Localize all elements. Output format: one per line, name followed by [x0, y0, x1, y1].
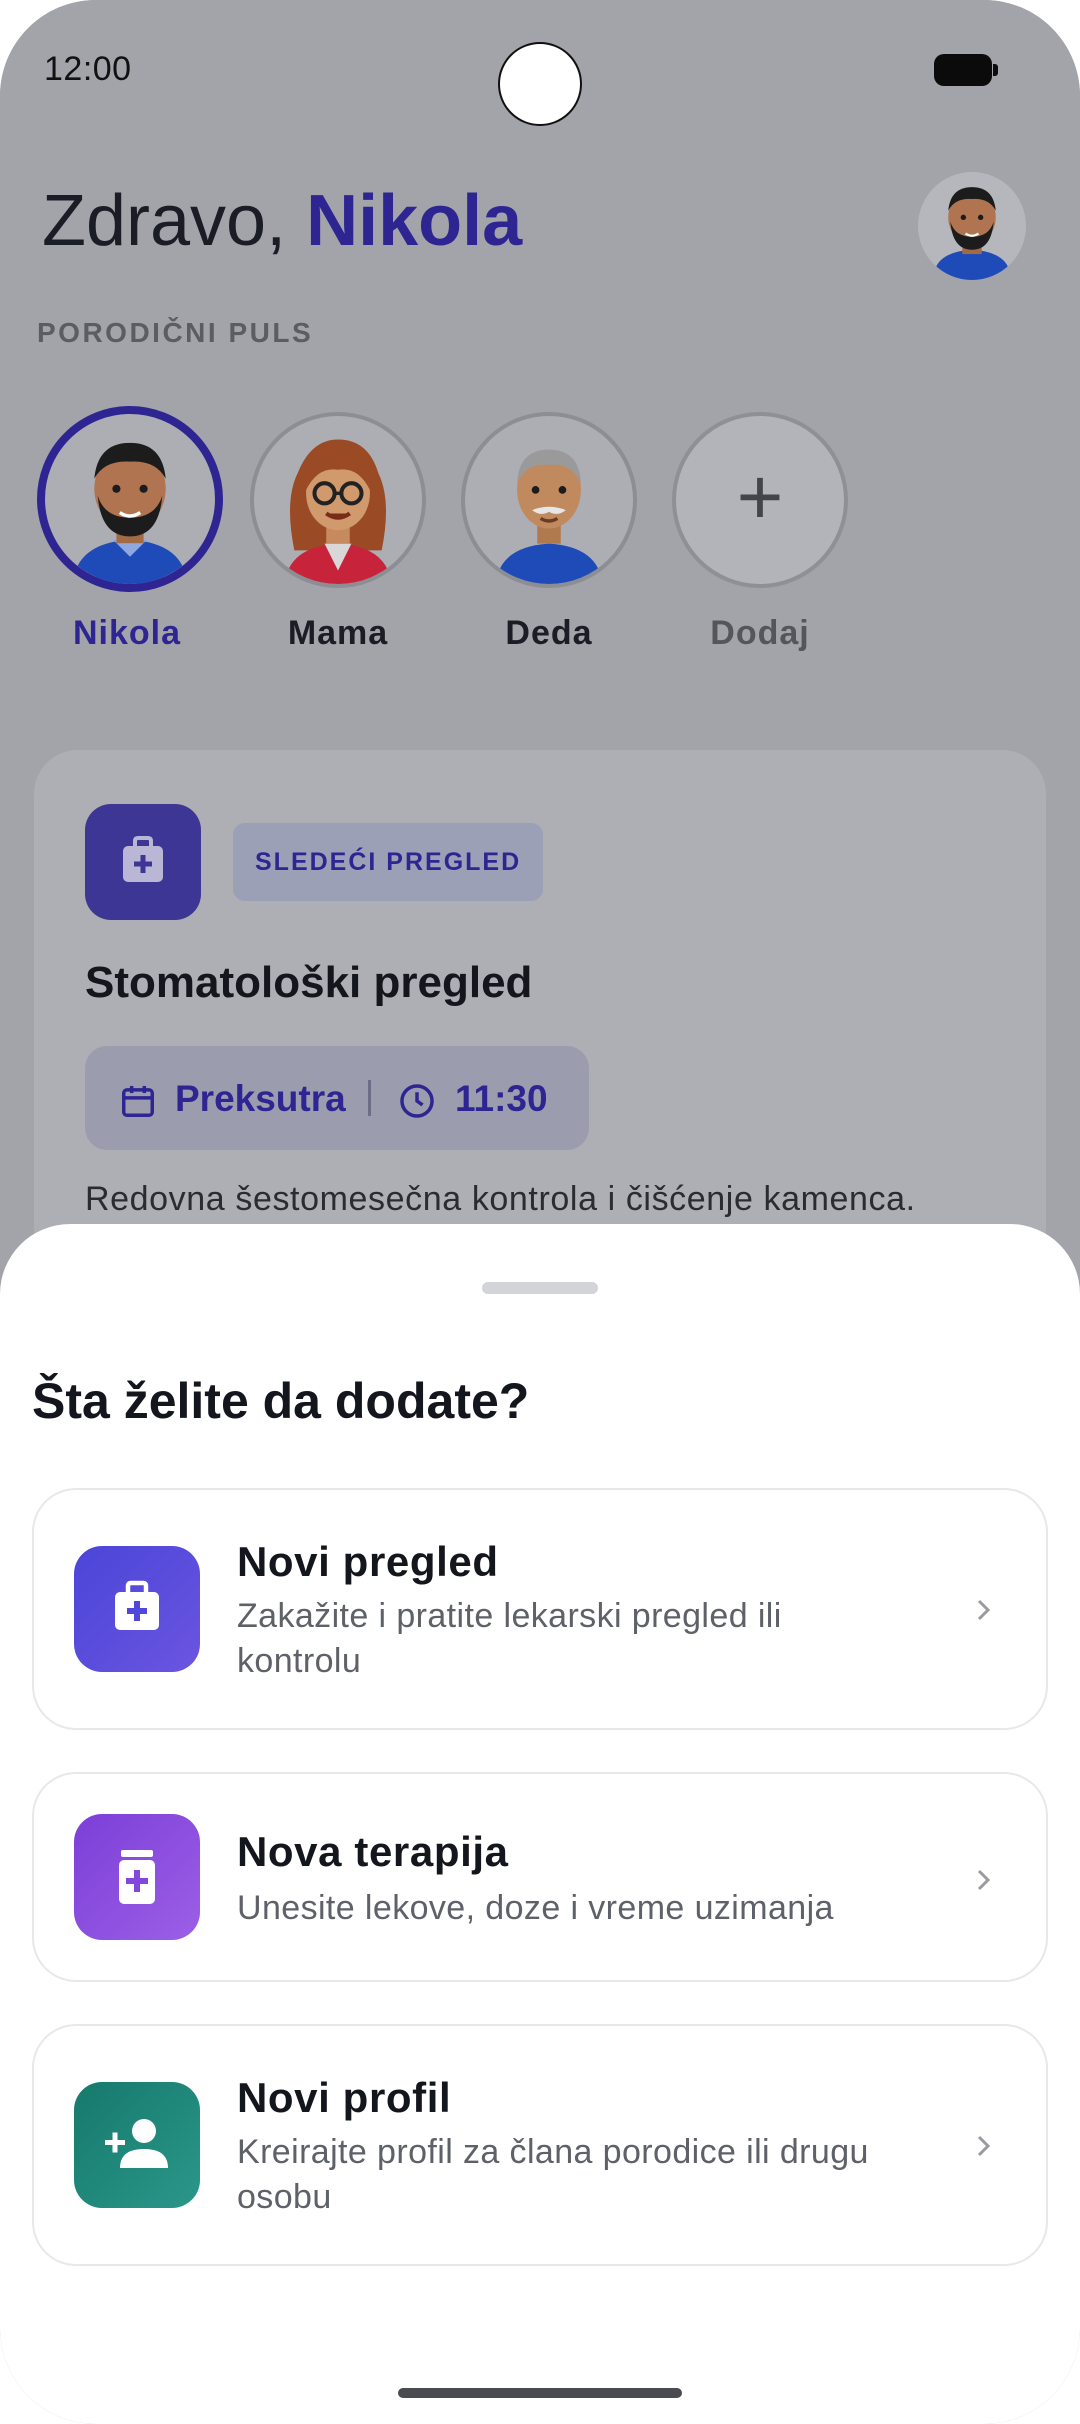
avatar	[461, 412, 637, 588]
plus-icon: +	[736, 451, 784, 541]
family-member-deda[interactable]: Deda	[459, 412, 639, 653]
family-section-label: PORODIČNI PULS	[37, 317, 314, 348]
option-description: Unesite lekove, doze i vreme uzimanja	[237, 1889, 834, 1927]
home-screen-dimmed: 12:00 Zdravo, Nikola PORODIČNI PULS Niko…	[0, 0, 1080, 1370]
battery-icon	[934, 54, 998, 86]
sheet-title: Šta želite da dodate?	[32, 1373, 530, 1429]
clock-icon	[398, 1082, 436, 1120]
appointment-datetime-chip: Preksutra 11:30	[85, 1046, 589, 1150]
pill-bottle-icon	[74, 1814, 200, 1940]
sheet-drag-handle[interactable]	[482, 1282, 598, 1294]
option-title: Novi profil	[237, 2074, 452, 2121]
add-person-icon	[74, 2082, 200, 2208]
appointment-time: 11:30	[455, 1078, 548, 1119]
appointment-date: Preksutra	[175, 1078, 346, 1119]
add-member-button[interactable]: + Dodaj	[670, 412, 850, 653]
next-appointment-badge: SLEDEĆI PREGLED	[233, 823, 544, 901]
medical-kit-icon	[85, 804, 201, 920]
chevron-right-icon	[970, 1590, 998, 1630]
add-member-label: Dodaj	[710, 614, 810, 652]
member-name: Mama	[287, 614, 389, 652]
medical-kit-icon	[74, 1546, 200, 1672]
profile-avatar[interactable]	[918, 172, 1026, 280]
family-member-nikola[interactable]: Nikola	[37, 406, 223, 653]
camera-cutout	[498, 42, 582, 126]
chevron-right-icon	[970, 1860, 998, 1900]
phone-screen: 12:00 Zdravo, Nikola PORODIČNI PULS Niko…	[0, 0, 1080, 2424]
family-member-mama[interactable]: Mama	[248, 412, 428, 653]
calendar-icon	[119, 1082, 157, 1120]
new-profile-option[interactable]: Novi profil Kreirajte profil za člana po…	[32, 2024, 1048, 2266]
option-title: Novi pregled	[237, 1538, 499, 1585]
member-name: Deda	[505, 614, 593, 652]
appointment-title: Stomatološki pregled	[85, 958, 533, 1007]
new-appointment-option[interactable]: Novi pregled Zakažite i pratite lekarski…	[32, 1488, 1048, 1730]
avatar	[250, 412, 426, 588]
home-indicator[interactable]	[398, 2388, 682, 2398]
status-time: 12:00	[44, 50, 132, 88]
greeting-user-name: Nikola	[306, 181, 523, 261]
greeting: Zdravo, Nikola	[42, 180, 522, 262]
chevron-right-icon	[970, 2126, 998, 2166]
avatar	[37, 406, 223, 592]
option-title: Nova terapija	[237, 1828, 509, 1875]
option-description: Zakažite i pratite lekarski pregled ili …	[237, 1597, 782, 1680]
member-name: Nikola	[72, 614, 182, 652]
new-therapy-option[interactable]: Nova terapija Unesite lekove, doze i vre…	[32, 1772, 1048, 1982]
appointment-description: Redovna šestomesečna kontrola i čišćenje…	[85, 1180, 916, 1218]
add-bottom-sheet: Šta želite da dodate? Novi pregled Zakaž…	[0, 1224, 1080, 2424]
greeting-prefix: Zdravo,	[42, 181, 307, 261]
divider	[368, 1080, 371, 1116]
option-description: Kreirajte profil za člana porodice ili d…	[237, 2133, 869, 2216]
